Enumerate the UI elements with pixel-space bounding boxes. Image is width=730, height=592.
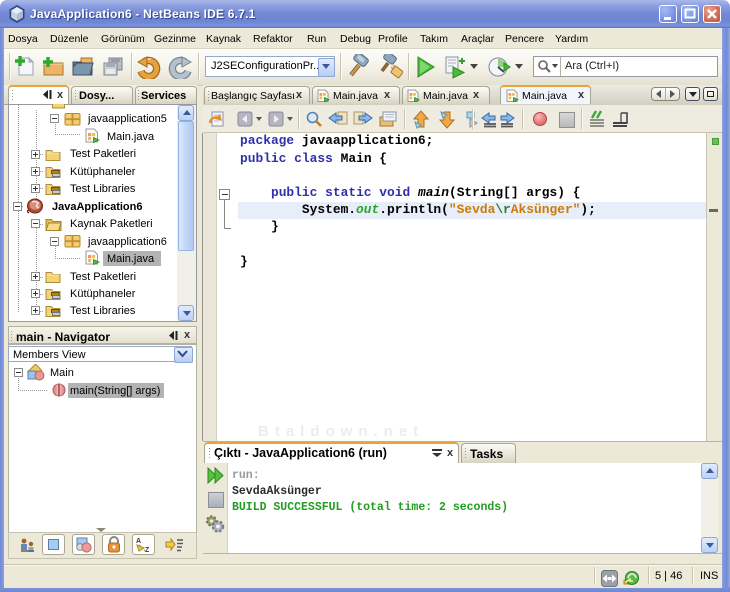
svg-text:A: A — [136, 538, 141, 545]
svg-text:Z: Z — [145, 547, 150, 554]
